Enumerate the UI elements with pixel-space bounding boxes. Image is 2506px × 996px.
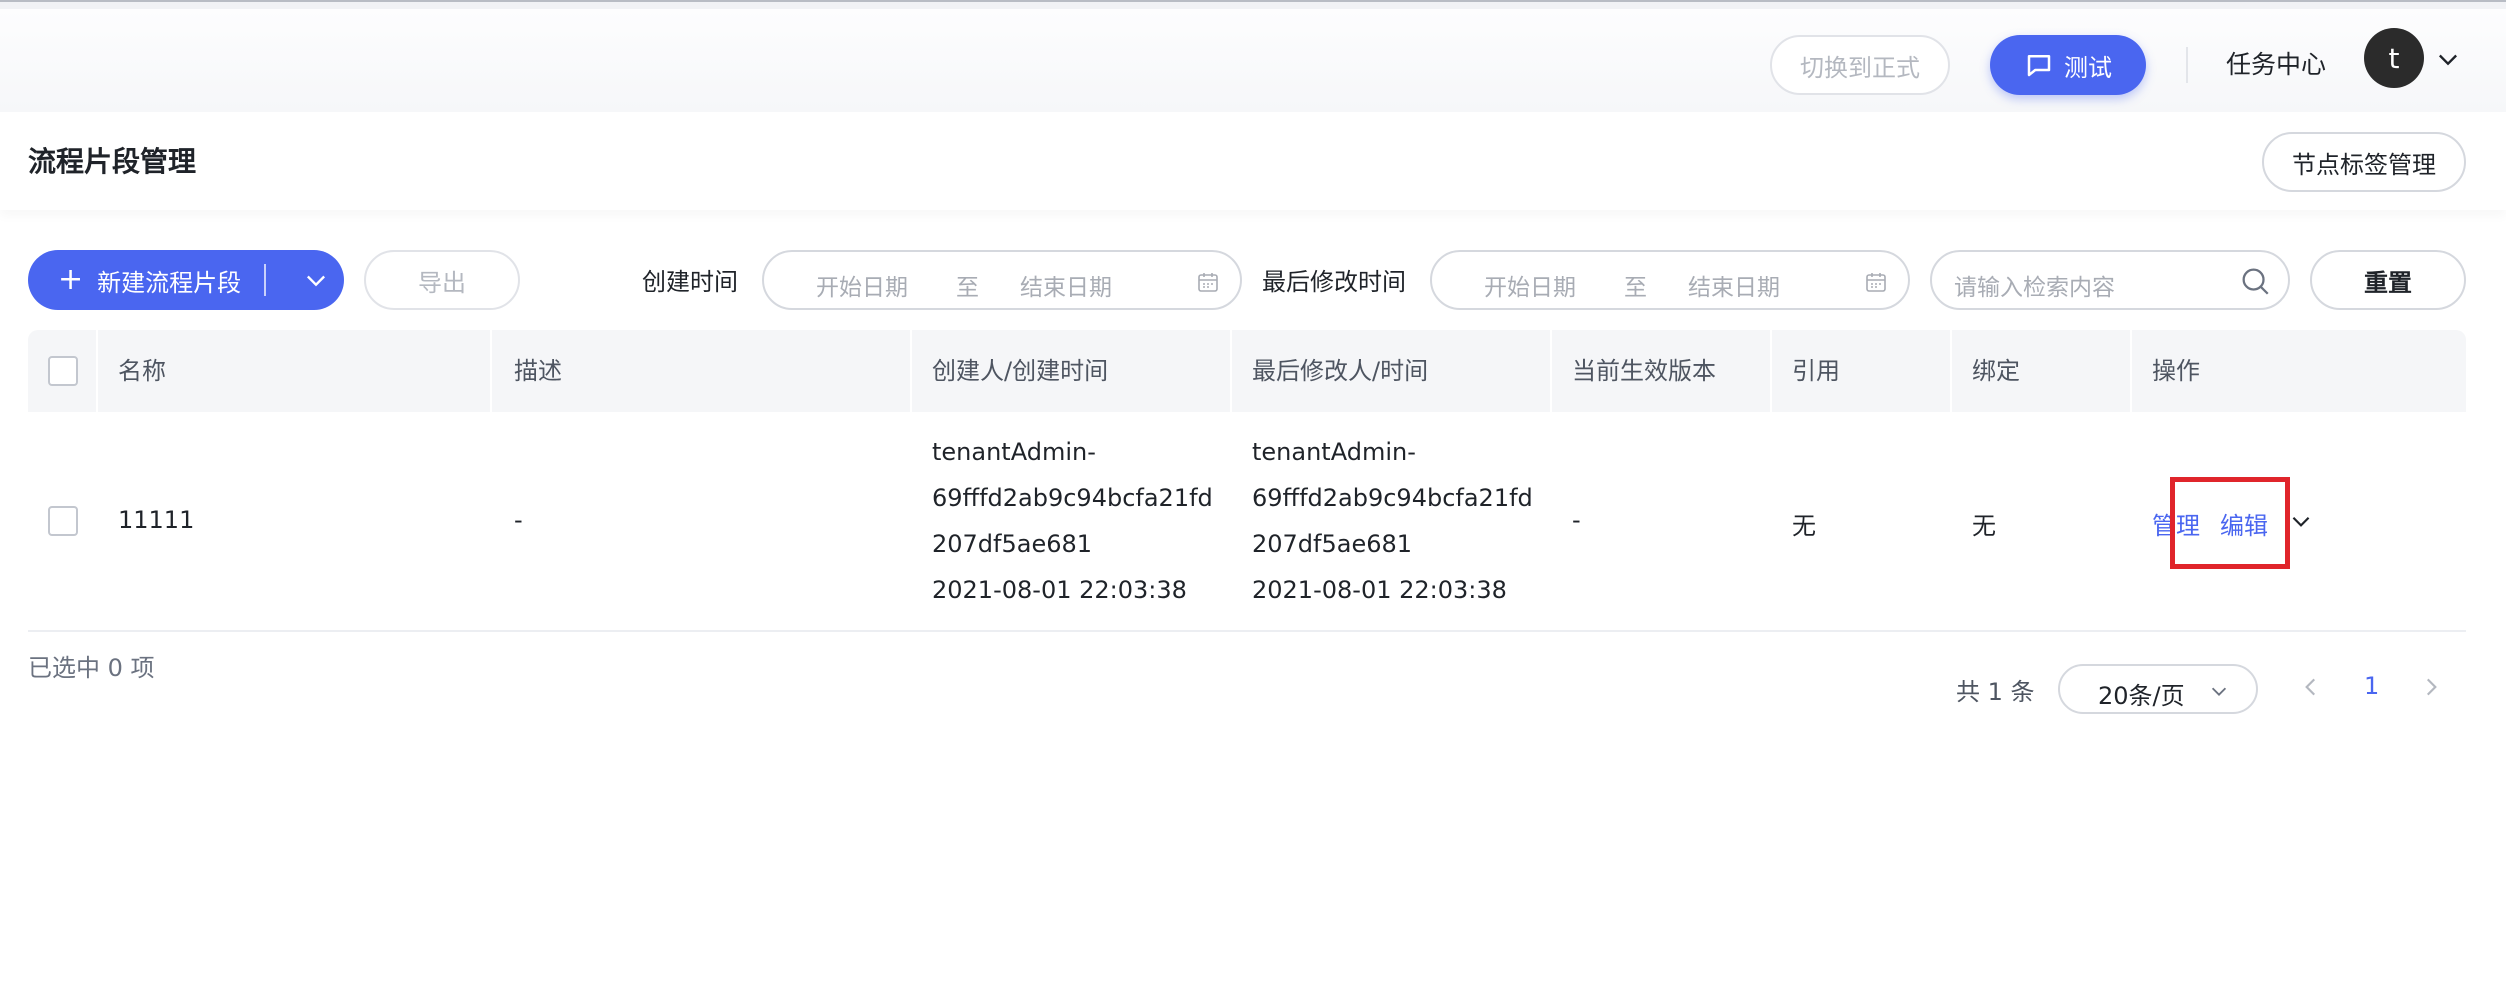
start-date-input[interactable]: 开始日期: [1484, 268, 1576, 302]
task-center-link[interactable]: 任务中心: [2226, 47, 2326, 83]
end-date-input[interactable]: 结束日期: [1020, 268, 1112, 302]
avatar[interactable]: t: [2364, 28, 2424, 88]
selected-count: 已选中 0 项: [28, 654, 155, 682]
range-to-label: 至: [1624, 275, 1647, 301]
modifier-line: 207df5ae681: [1252, 530, 1413, 558]
cell-name: 11111: [118, 506, 195, 534]
reset-button[interactable]: 重置: [2310, 250, 2466, 310]
cell-reference: 无: [1792, 512, 1816, 540]
toolbar: + 新建流程片段 导出 创建时间 开始日期 至 结束日期 最后修改时间 开始日期…: [0, 246, 2506, 310]
cell-version: -: [1572, 506, 1581, 534]
row-checkbox[interactable]: [48, 506, 78, 536]
page-size-select[interactable]: 20条/页: [2058, 664, 2258, 714]
chevron-down-icon[interactable]: [2288, 508, 2314, 534]
page-size-value: 20条/页: [2098, 682, 2185, 710]
modify-time-range-picker[interactable]: 开始日期 至 结束日期: [1430, 250, 1910, 310]
page-title-bar: 流程片段管理 节点标签管理: [0, 112, 2506, 210]
column-header-actions: 操作: [2152, 357, 2200, 385]
column-separator: [910, 330, 912, 412]
new-fragment-label: 新建流程片段: [97, 268, 242, 297]
top-header: 切换到正式 测试 任务中心 t: [0, 9, 2506, 112]
cell-description: -: [514, 506, 523, 534]
column-separator: [1950, 330, 1952, 412]
column-header-creator: 创建人/创建时间: [932, 357, 1109, 385]
select-all-checkbox[interactable]: [48, 356, 78, 386]
chat-bubble-icon: [2027, 55, 2051, 77]
test-button[interactable]: 测试: [1990, 35, 2146, 95]
page-number-current[interactable]: 1: [2364, 672, 2379, 700]
button-separator: [264, 264, 266, 296]
end-date-input[interactable]: 结束日期: [1688, 268, 1780, 302]
window-top-edge: [0, 0, 2506, 9]
edit-highlight-box: [2170, 477, 2290, 569]
chevron-right-icon[interactable]: [2418, 674, 2444, 700]
search-input[interactable]: 请输入检索内容: [1930, 250, 2290, 310]
creator-line: 69fffd2ab9c94bcfa21fd: [932, 484, 1213, 512]
plus-icon: +: [58, 262, 84, 297]
column-header-name: 名称: [118, 357, 166, 385]
column-header-modifier: 最后修改人/时间: [1252, 357, 1429, 385]
modify-time: 2021-08-01 22:03:38: [1252, 576, 1507, 604]
column-header-version: 当前生效版本: [1572, 357, 1716, 385]
modifier-line: tenantAdmin-: [1252, 438, 1416, 466]
chevron-down-icon[interactable]: [302, 266, 330, 294]
header-divider: [2186, 47, 2188, 83]
create-time-label: 创建时间: [642, 268, 738, 296]
search-icon[interactable]: [2238, 264, 2272, 298]
calendar-icon: [1866, 273, 1886, 292]
export-button[interactable]: 导出: [364, 250, 520, 310]
table-header: 名称 描述 创建人/创建时间 最后修改人/时间 当前生效版本 引用 绑定 操作: [28, 330, 2466, 412]
chevron-left-icon[interactable]: [2298, 674, 2324, 700]
column-separator: [490, 330, 492, 412]
chevron-down-icon[interactable]: [2434, 45, 2462, 73]
column-separator: [96, 330, 98, 412]
total-count: 共 1 条: [1956, 678, 2035, 706]
modifier-line: 69fffd2ab9c94bcfa21fd: [1252, 484, 1533, 512]
creator-line: 207df5ae681: [932, 530, 1093, 558]
fragment-table: 名称 描述 创建人/创建时间 最后修改人/时间 当前生效版本 引用 绑定 操作 …: [28, 330, 2466, 632]
new-fragment-button[interactable]: + 新建流程片段: [28, 250, 344, 310]
calendar-icon: [1198, 273, 1218, 292]
range-to-label: 至: [956, 275, 979, 301]
column-separator: [2130, 330, 2132, 412]
column-header-reference: 引用: [1792, 357, 1840, 385]
column-header-description: 描述: [514, 357, 562, 385]
cell-modifier: tenantAdmin- 69fffd2ab9c94bcfa21fd 207df…: [1252, 429, 1533, 613]
create-time: 2021-08-01 22:03:38: [932, 576, 1187, 604]
column-separator: [1770, 330, 1772, 412]
cell-creator: tenantAdmin- 69fffd2ab9c94bcfa21fd 207df…: [932, 429, 1213, 613]
create-time-range-picker[interactable]: 开始日期 至 结束日期: [762, 250, 1242, 310]
chevron-down-icon: [2211, 687, 2227, 696]
test-button-label: 测试: [2064, 53, 2112, 82]
column-header-binding: 绑定: [1972, 357, 2020, 385]
cell-binding: 无: [1972, 512, 1996, 540]
modify-time-label: 最后修改时间: [1262, 268, 1406, 296]
search-placeholder: 请输入检索内容: [1954, 275, 2115, 301]
column-separator: [1550, 330, 1552, 412]
page-title: 流程片段管理: [28, 145, 197, 178]
start-date-input[interactable]: 开始日期: [816, 268, 908, 302]
column-separator: [1230, 330, 1232, 412]
tag-manage-button[interactable]: 节点标签管理: [2262, 132, 2466, 192]
creator-line: tenantAdmin-: [932, 438, 1096, 466]
table-row: 11111 - tenantAdmin- 69fffd2ab9c94bcfa21…: [28, 412, 2466, 632]
switch-formal-button[interactable]: 切换到正式: [1770, 35, 1950, 95]
